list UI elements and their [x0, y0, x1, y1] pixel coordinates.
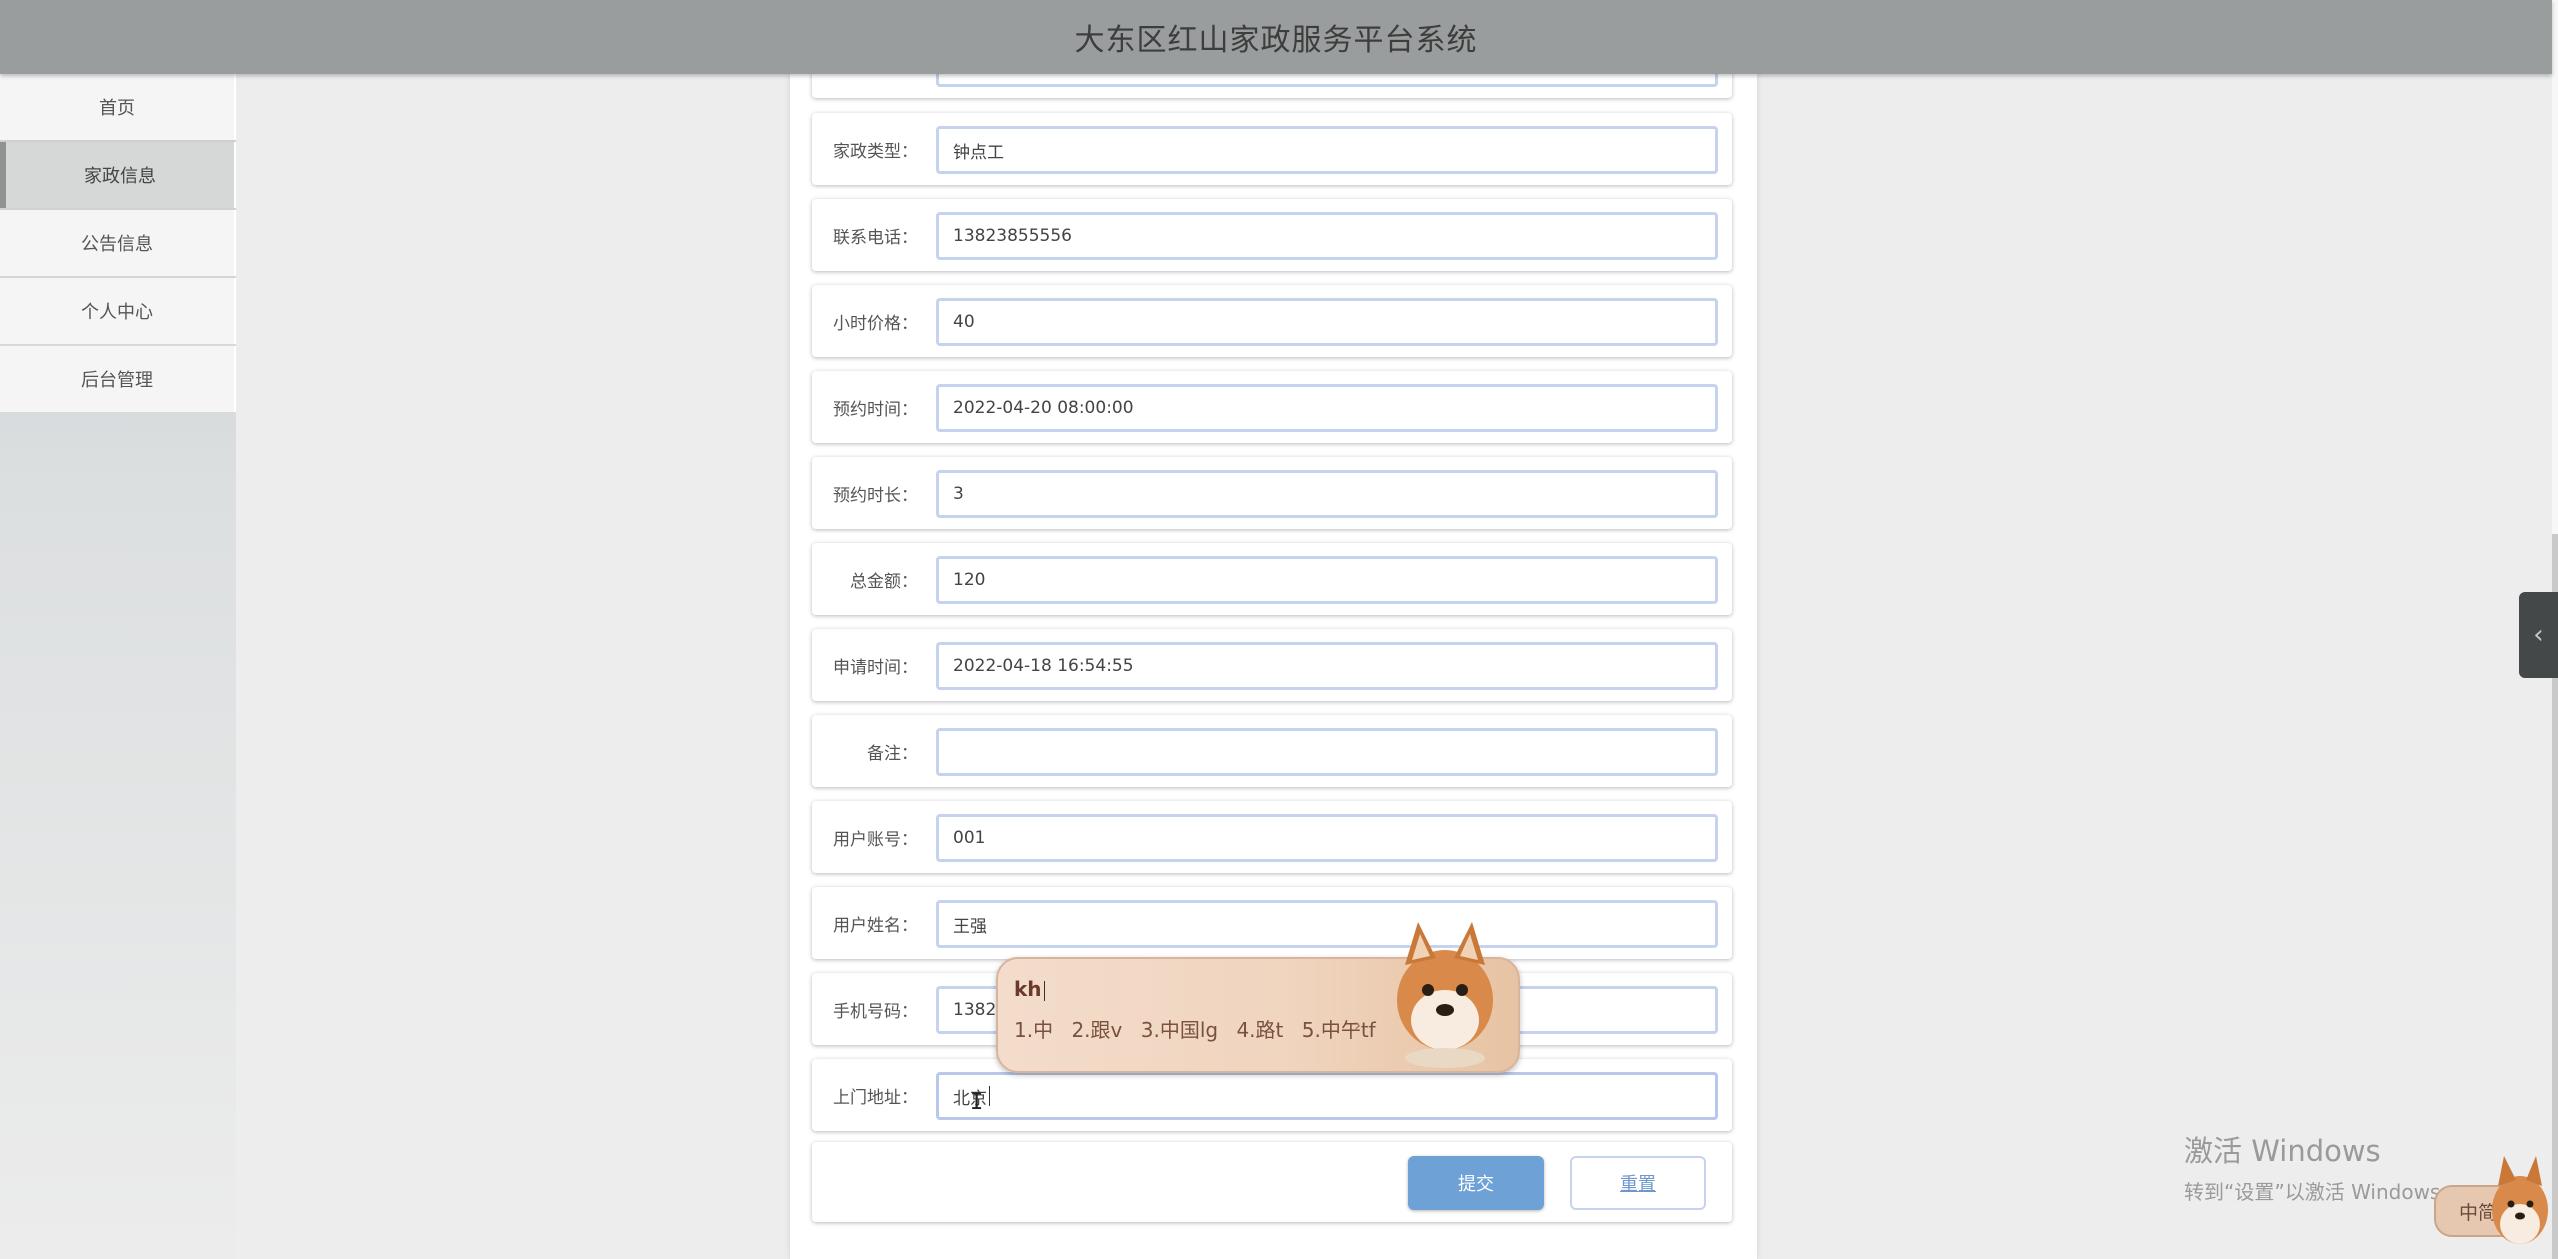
ime-caret: [1043, 980, 1045, 1001]
user-name-field[interactable]: 王强: [936, 900, 1718, 948]
contact-phone-field[interactable]: 13823855556: [936, 212, 1718, 260]
remarks-field[interactable]: [936, 728, 1718, 776]
ime-candidate[interactable]: 5.中午tf: [1302, 1018, 1376, 1042]
sidebar-item-label: 公告信息: [81, 234, 153, 255]
form-row-service-type: 家政类型： 钟点工: [812, 113, 1732, 185]
field-label: 备注：: [867, 743, 918, 764]
ime-candidate[interactable]: 2.跟v: [1071, 1018, 1122, 1042]
duration-field[interactable]: 3: [936, 470, 1718, 518]
app-title: 大东区红山家政服务平台系统: [1074, 23, 1478, 58]
apply-time-field[interactable]: 2022-04-18 16:54:55: [936, 642, 1718, 690]
sidebar-item-label: 后台管理: [81, 370, 153, 391]
field-label: 上门地址：: [833, 1087, 918, 1108]
shiba-dog-skin-icon: [1397, 922, 1493, 1068]
field-label: 用户账号：: [833, 829, 918, 850]
form-row-appointment-time: 预约时间： 2022-04-20 08:00:00: [812, 371, 1732, 443]
field-label: 总金额：: [850, 571, 918, 592]
top-bar: 大东区红山家政服务平台系统: [0, 0, 2552, 74]
ime-candidate[interactable]: 4.路t: [1236, 1018, 1283, 1042]
user-account-field[interactable]: 001: [936, 814, 1718, 862]
sidebar-item-personal-center[interactable]: 个人中心: [0, 278, 236, 344]
form-row-remarks: 备注：: [812, 715, 1732, 787]
service-type-field[interactable]: 钟点工: [936, 126, 1718, 174]
field-label: 用户姓名：: [833, 915, 918, 936]
sidebar-item-admin[interactable]: 后台管理: [0, 346, 236, 412]
hourly-price-field[interactable]: 40: [936, 298, 1718, 346]
field-label: 预约时间：: [833, 399, 918, 420]
field-label: 小时价格：: [833, 313, 918, 334]
sidebar-item-housekeeping-info[interactable]: 家政信息: [0, 142, 236, 208]
form-row-duration: 预约时长： 3: [812, 457, 1732, 529]
ime-candidates: 1.中 2.跟v 3.中国lg 4.路t 5.中午tf: [1014, 1014, 1388, 1043]
address-field[interactable]: 北京: [936, 1072, 1718, 1120]
ibeam-cursor-icon: I: [970, 1090, 984, 1115]
shiba-dog-mini-icon: [2492, 1156, 2548, 1244]
windows-activation-watermark: 激活 Windows 转到“设置”以激活 Windows。: [2184, 1128, 2460, 1205]
text-caret: [989, 1086, 990, 1106]
form-row-total-amount: 总金额： 120: [812, 543, 1732, 615]
sidebar-item-home[interactable]: 首页: [0, 74, 236, 140]
reset-button[interactable]: 重置: [1570, 1156, 1706, 1210]
field-label: 联系电话：: [833, 227, 918, 248]
form-row-hourly-price: 小时价格： 40: [812, 285, 1732, 357]
form-actions: 提交 重置: [812, 1142, 1732, 1222]
form-row-user-name: 用户姓名： 王强: [812, 887, 1732, 959]
ime-composition-text: kh: [1014, 977, 1042, 1001]
sidebar-item-label: 首页: [99, 98, 135, 119]
side-panel-toggle[interactable]: ‹: [2519, 592, 2558, 678]
ime-composition: kh: [1014, 977, 1045, 1001]
field-label: 申请时间：: [833, 657, 918, 678]
sidebar-item-label: 家政信息: [84, 166, 156, 187]
submit-button[interactable]: 提交: [1408, 1156, 1544, 1210]
field-label: 家政类型：: [833, 141, 918, 162]
ime-next-page-icon[interactable]: ›: [1354, 1015, 1361, 1036]
ime-candidate[interactable]: 1.中: [1014, 1018, 1053, 1042]
total-amount-field[interactable]: 120: [936, 556, 1718, 604]
form-row-contact-phone: 联系电话： 13823855556: [812, 199, 1732, 271]
watermark-title: 激活 Windows: [2184, 1134, 2381, 1168]
sidebar-item-label: 个人中心: [81, 302, 153, 323]
sidebar: 首页 家政信息 公告信息 个人中心 后台管理: [0, 74, 236, 1259]
form-row-apply-time: 申请时间： 2022-04-18 16:54:55: [812, 629, 1732, 701]
field-label: 手机号码：: [833, 1001, 918, 1022]
watermark-subtitle: 转到“设置”以激活 Windows。: [2184, 1180, 2461, 1204]
ime-candidate[interactable]: 3.中国lg: [1141, 1018, 1218, 1042]
sidebar-item-announcements[interactable]: 公告信息: [0, 210, 236, 276]
chevron-left-icon: ‹: [2533, 620, 2544, 650]
appointment-time-field[interactable]: 2022-04-20 08:00:00: [936, 384, 1718, 432]
field-label: 预约时长：: [833, 485, 918, 506]
form-row-user-account: 用户账号： 001: [812, 801, 1732, 873]
